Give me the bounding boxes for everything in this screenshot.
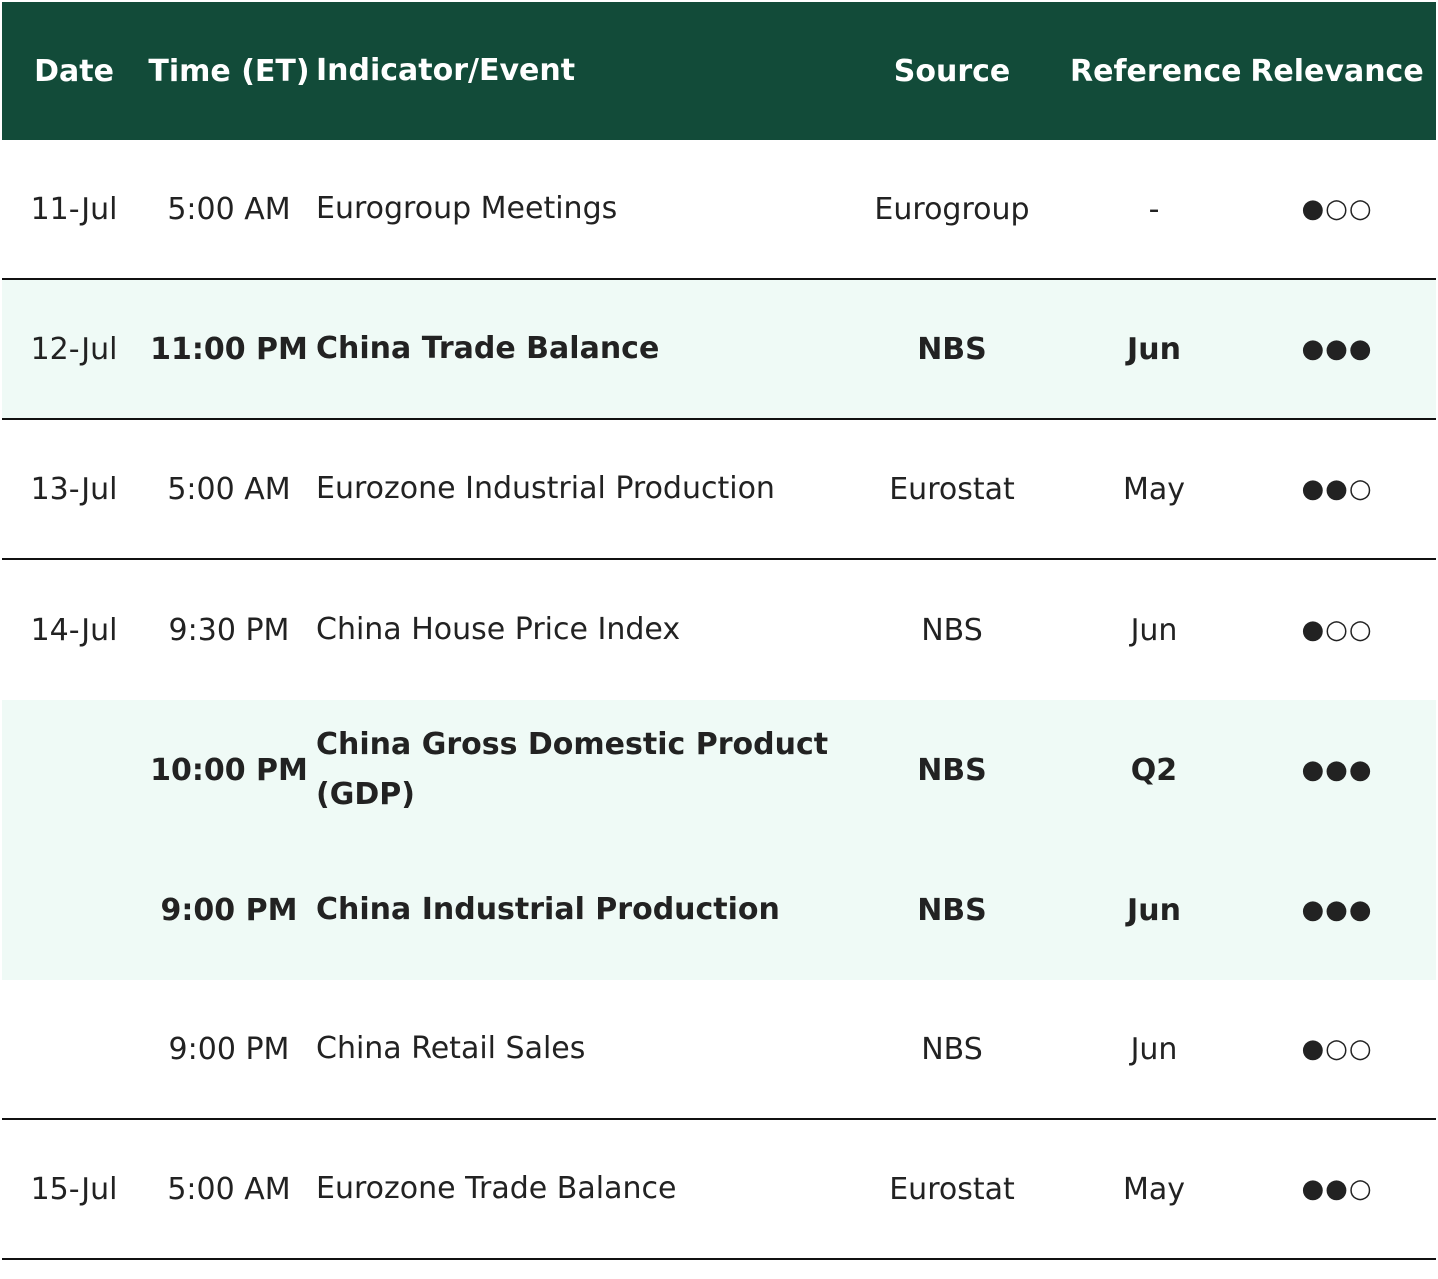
row-event: Eurozone Trade Balance — [316, 1171, 677, 1206]
row-source: NBS — [921, 1031, 983, 1067]
row-relevance: ●○○ — [1301, 194, 1373, 224]
row-date: 12-Jul — [30, 331, 118, 367]
header-date: Date — [34, 53, 114, 89]
row-source: NBS — [921, 612, 983, 648]
row-time: 9:30 PM — [168, 612, 290, 648]
row-time: 9:00 PM — [160, 892, 298, 928]
row-source: Eurostat — [889, 1171, 1015, 1207]
table-row: 10:00 PM China Gross Domestic Product (G… — [2, 700, 1436, 840]
row-source: NBS — [917, 892, 987, 928]
row-reference: Jun — [1127, 892, 1181, 928]
economic-calendar-table: Date Time (ET) Indicator/Event Source Re… — [2, 2, 1436, 1260]
table-row: 13-Jul 5:00 AM Eurozone Industrial Produ… — [2, 420, 1436, 560]
row-date: 13-Jul — [30, 471, 118, 507]
header-source: Source — [893, 53, 1011, 89]
row-source: NBS — [917, 752, 987, 788]
table-row: 11-Jul 5:00 AM Eurogroup Meetings Eurogr… — [2, 140, 1436, 280]
row-time: 5:00 AM — [167, 1171, 291, 1207]
row-time: 5:00 AM — [167, 471, 291, 507]
row-reference: Jun — [1130, 1031, 1178, 1067]
row-source: NBS — [917, 331, 987, 367]
row-event: China Industrial Production — [316, 892, 780, 927]
row-reference: Q2 — [1130, 752, 1178, 788]
row-source: Eurogroup — [874, 191, 1030, 227]
table-row: 14-Jul 9:30 PM China House Price Index N… — [2, 560, 1436, 700]
header-relevance: Relevance — [1250, 53, 1424, 89]
row-relevance: ●●○ — [1301, 1174, 1373, 1204]
row-date: 15-Jul — [30, 1171, 118, 1207]
row-source: Eurostat — [889, 471, 1015, 507]
row-event: China House Price Index — [316, 612, 681, 647]
table-header: Date Time (ET) Indicator/Event Source Re… — [2, 2, 1436, 140]
table-row: 15-Jul 5:00 AM Eurozone Trade Balance Eu… — [2, 1120, 1436, 1260]
row-time: 9:00 PM — [168, 1031, 290, 1067]
table-row: 9:00 PM China Industrial Production NBS … — [2, 840, 1436, 980]
row-event: China Retail Sales — [316, 1031, 586, 1066]
row-relevance: ●○○ — [1301, 615, 1373, 645]
row-time: 11:00 PM — [150, 331, 308, 367]
row-relevance: ●●● — [1301, 755, 1373, 785]
row-event: China Gross Domestic Product (GDP) — [316, 727, 829, 812]
table-row: 9:00 PM China Retail Sales NBS Jun ●○○ — [2, 980, 1436, 1120]
row-relevance: ●●○ — [1301, 474, 1373, 504]
row-reference: Jun — [1130, 612, 1178, 648]
row-reference: Jun — [1127, 331, 1181, 367]
row-event: China Trade Balance — [316, 331, 660, 366]
row-relevance: ●○○ — [1301, 1034, 1373, 1064]
header-reference: Reference — [1070, 53, 1242, 89]
row-time: 10:00 PM — [150, 752, 308, 788]
row-reference: May — [1122, 1171, 1186, 1207]
header-time: Time (ET) — [148, 53, 310, 89]
row-reference: May — [1122, 471, 1186, 507]
row-relevance: ●●● — [1301, 334, 1373, 364]
header-event: Indicator/Event — [316, 53, 576, 88]
row-time: 5:00 AM — [167, 191, 291, 227]
row-reference: - — [1148, 191, 1160, 227]
row-date: 14-Jul — [30, 612, 118, 648]
row-event: Eurozone Industrial Production — [316, 471, 775, 506]
row-event: Eurogroup Meetings — [316, 191, 618, 226]
row-relevance: ●●● — [1301, 895, 1373, 925]
table-row: 12-Jul 11:00 PM China Trade Balance NBS … — [2, 280, 1436, 420]
row-date: 11-Jul — [30, 191, 118, 227]
